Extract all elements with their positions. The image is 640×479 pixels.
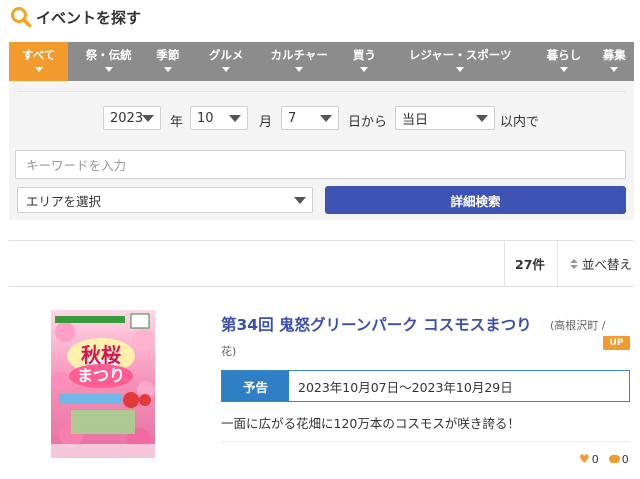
day-value: 7: [288, 110, 297, 126]
range-value: 当日: [402, 112, 429, 128]
comment-count: 0: [621, 452, 629, 466]
heart-icon: ♥: [579, 452, 590, 466]
range-label: 以内で: [500, 115, 540, 130]
comment-icon: [608, 455, 620, 463]
tab-culture[interactable]: カルチャー: [260, 42, 339, 81]
tab-label: 季節: [156, 48, 180, 62]
tab-label: 暮らし: [546, 48, 582, 62]
tab-label: 買う: [352, 48, 376, 62]
chevron-down-icon: [163, 67, 172, 72]
divider: [221, 441, 630, 442]
area-placeholder: エリアを選択: [26, 193, 102, 209]
range-select[interactable]: 当日: [395, 106, 495, 130]
like-count: 0: [591, 452, 599, 466]
period-dates: 2023年10月07日～2023年10月29日: [289, 371, 629, 401]
page-header: イベントを探す: [10, 5, 141, 29]
month-value: 10: [197, 110, 214, 126]
category-tabs: すべて 祭・伝統 季節 グルメ カルチャー 買う レジャー・スポーツ 暮らし 募…: [9, 42, 634, 81]
up-badge: UP: [603, 336, 630, 350]
poster-text: まつり: [77, 366, 125, 385]
chevron-down-icon: [229, 115, 241, 122]
tab-season[interactable]: 季節: [143, 42, 192, 81]
chevron-down-icon: [320, 115, 332, 122]
results-toolbar: 27件 並べ替え: [504, 241, 632, 286]
divider: [9, 286, 634, 287]
chevron-down-icon: [222, 67, 231, 72]
detail-search-button[interactable]: 詳細検索: [325, 186, 626, 214]
event-category: 花): [221, 345, 237, 358]
tab-all[interactable]: すべて: [9, 42, 69, 81]
event-poster-image[interactable]: 秋桜 まつり: [51, 310, 155, 458]
year-label: 年: [170, 115, 184, 130]
event-description: 一面に広がる花畑に120万本のコスモスが咲き誇る！: [221, 416, 520, 431]
result-count: 27件: [504, 241, 557, 286]
tab-recruit[interactable]: 募集: [595, 42, 634, 81]
chevron-down-icon: [456, 67, 465, 72]
period-tag: 予告: [222, 371, 289, 401]
divider: [17, 91, 626, 92]
sort-label: 並べ替え: [581, 257, 632, 272]
poster-text: 秋桜: [81, 343, 121, 367]
tab-gourmet[interactable]: グルメ: [199, 42, 254, 81]
chevron-down-icon: [360, 67, 369, 72]
tab-festival[interactable]: 祭・伝統: [74, 42, 143, 81]
keyword-input[interactable]: キーワードを入力: [15, 150, 626, 179]
chevron-down-icon: [476, 115, 488, 122]
sort-button[interactable]: 並べ替え: [556, 241, 632, 286]
day-label: 日から: [348, 115, 388, 130]
day-select[interactable]: 7: [281, 106, 339, 130]
tab-label: 募集: [602, 48, 626, 62]
tab-label: レジャー・スポーツ: [408, 48, 512, 62]
tab-label: 祭・伝統: [85, 48, 132, 62]
search-icon: [10, 6, 32, 28]
chevron-down-icon: [559, 67, 568, 72]
event-area: (高根沢町 /: [550, 319, 606, 332]
year-value: 2023: [110, 110, 144, 126]
area-select[interactable]: エリアを選択: [17, 187, 313, 213]
chevron-down-icon: [294, 197, 306, 204]
chevron-down-icon: [104, 67, 113, 72]
event-period: 予告 2023年10月07日～2023年10月29日: [221, 370, 630, 402]
tab-leisure-sports[interactable]: レジャー・スポーツ: [398, 42, 522, 81]
chevron-down-icon: [295, 67, 304, 72]
tab-label: カルチャー: [270, 48, 328, 62]
chevron-down-icon: [610, 67, 619, 72]
event-stats: ♥ 0 0: [579, 452, 629, 466]
keyword-placeholder: キーワードを入力: [26, 158, 127, 173]
month-label: 月: [259, 115, 273, 130]
month-select[interactable]: 10: [190, 106, 248, 130]
sort-icon: [569, 258, 578, 269]
event-title-link[interactable]: 第34回 鬼怒グリーンパーク コスモスまつり: [221, 313, 532, 335]
chevron-down-icon: [34, 67, 43, 72]
tab-label: グルメ: [208, 48, 244, 62]
tab-label: すべて: [21, 48, 56, 62]
year-select[interactable]: 2023: [103, 106, 161, 130]
page-title: イベントを探す: [36, 8, 142, 27]
tab-shopping[interactable]: 買う: [343, 42, 386, 81]
tab-living[interactable]: 暮らし: [536, 42, 591, 81]
chevron-down-icon: [142, 115, 154, 122]
